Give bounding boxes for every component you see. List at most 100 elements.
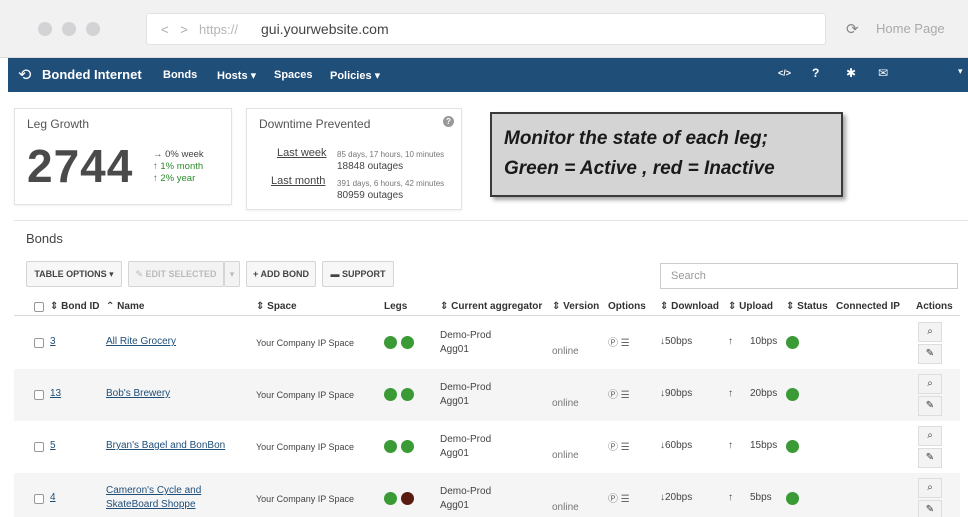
chevron-down-icon[interactable]: ▾ bbox=[958, 66, 963, 77]
leg-status-dot bbox=[401, 388, 414, 401]
edit-pencil-icon[interactable]: ✎ bbox=[918, 500, 942, 517]
options-icons[interactable]: Ⓟ ☰ bbox=[608, 386, 630, 401]
col-connected-ip: Connected IP bbox=[836, 301, 900, 312]
bond-id-link[interactable]: 13 bbox=[50, 388, 61, 399]
zoom-icon[interactable]: ⌕ bbox=[918, 322, 942, 342]
col-bond-id[interactable]: ⇕ Bond ID bbox=[50, 301, 99, 312]
edit-selected-button[interactable]: ✎ EDIT SELECTED bbox=[128, 261, 224, 287]
col-download[interactable]: ⇕ Download bbox=[660, 301, 719, 312]
search-input[interactable] bbox=[661, 264, 957, 288]
support-button[interactable]: ▬ SUPPORT bbox=[322, 261, 394, 287]
address-bar[interactable]: < > https:// gui.yourwebsite.com bbox=[146, 13, 826, 45]
space-name: Your Company IP Space bbox=[256, 390, 355, 400]
year-trend: ↑ 2% year bbox=[153, 173, 196, 184]
back-forward-icon[interactable]: < > bbox=[161, 22, 192, 37]
zoom-icon[interactable]: ⌕ bbox=[918, 374, 942, 394]
bonds-panel: Bonds TABLE OPTIONS ▾ ✎ EDIT SELECTED ▾ … bbox=[14, 220, 968, 517]
space-name: Your Company IP Space bbox=[256, 494, 355, 504]
bonds-title: Bonds bbox=[26, 231, 63, 246]
month-trend: ↑ 1% month bbox=[153, 161, 204, 172]
options-icons[interactable]: Ⓟ ☰ bbox=[608, 490, 630, 505]
version-status: online bbox=[552, 502, 579, 513]
options-icons[interactable]: Ⓟ ☰ bbox=[608, 438, 630, 453]
last-week-outages: 18848 outages bbox=[337, 161, 404, 172]
space-name: Your Company IP Space bbox=[256, 338, 355, 348]
callout-line-1: Monitor the state of each leg; bbox=[504, 128, 768, 149]
options-icons[interactable]: Ⓟ ☰ bbox=[608, 334, 630, 349]
row-checkbox[interactable] bbox=[34, 338, 44, 348]
downtime-title: Downtime Prevented bbox=[259, 117, 371, 131]
col-status[interactable]: ⇕ Status bbox=[786, 301, 828, 312]
leg-status-dot bbox=[401, 336, 414, 349]
bond-name-link[interactable]: Bryan's Bagel and BonBon bbox=[106, 440, 225, 451]
leg-status-dot bbox=[384, 440, 397, 453]
leg-status-dot bbox=[384, 336, 397, 349]
bond-name-link-line2[interactable]: SkateBoard Shoppe bbox=[106, 499, 196, 510]
download-rate: ↓50bps bbox=[660, 336, 693, 347]
url-protocol: https:// bbox=[199, 22, 239, 37]
bond-id-link[interactable]: 4 bbox=[50, 492, 56, 503]
callout-line-2: Green = Active , red = Inactive bbox=[504, 158, 775, 179]
col-current-aggregator[interactable]: ⇕ Current aggregator bbox=[440, 301, 542, 312]
bond-id-link[interactable]: 5 bbox=[50, 440, 56, 451]
zoom-icon[interactable]: ⌕ bbox=[918, 478, 942, 498]
url-host: gui.yourwebsite.com bbox=[261, 21, 389, 37]
row-checkbox[interactable] bbox=[34, 494, 44, 504]
bond-name-link[interactable]: All Rite Grocery bbox=[106, 336, 176, 347]
gear-icon[interactable]: ✱ bbox=[846, 66, 856, 80]
table-options-button[interactable]: TABLE OPTIONS ▾ bbox=[26, 261, 122, 287]
edit-pencil-icon[interactable]: ✎ bbox=[918, 448, 942, 468]
edit-selected-dropdown[interactable]: ▾ bbox=[224, 261, 240, 287]
nav-policies[interactable]: Policies ▾ bbox=[330, 69, 380, 82]
window-maximize-dot[interactable] bbox=[86, 22, 100, 36]
aggregator-node: Agg01 bbox=[440, 344, 469, 355]
mail-icon[interactable]: ✉ bbox=[878, 66, 888, 80]
nav-spaces[interactable]: Spaces bbox=[274, 69, 313, 81]
zoom-icon[interactable]: ⌕ bbox=[918, 426, 942, 446]
version-status: online bbox=[552, 450, 579, 461]
row-checkbox[interactable] bbox=[34, 442, 44, 452]
edit-pencil-icon[interactable]: ✎ bbox=[918, 344, 942, 364]
upload-arrow-icon: ↑ bbox=[728, 492, 733, 503]
last-month-label: Last month bbox=[271, 175, 326, 187]
aggregator-name: Demo-Prod bbox=[440, 382, 492, 393]
browser-toolbar: < > https:// gui.yourwebsite.com ⟳ Home … bbox=[0, 0, 968, 58]
bond-status-dot bbox=[786, 492, 799, 505]
last-month-duration: 391 days, 6 hours, 42 minutes bbox=[337, 179, 445, 188]
window-close-dot[interactable] bbox=[38, 22, 52, 36]
leg-status-dot bbox=[384, 492, 397, 505]
nav-hosts[interactable]: Hosts ▾ bbox=[217, 69, 256, 82]
search-box[interactable] bbox=[660, 263, 958, 289]
reload-icon[interactable]: ⟳ bbox=[846, 20, 859, 38]
col-upload[interactable]: ⇕ Upload bbox=[728, 301, 773, 312]
aggregator-name: Demo-Prod bbox=[440, 486, 492, 497]
bond-name-link[interactable]: Bob's Brewery bbox=[106, 388, 170, 399]
add-bond-button[interactable]: + ADD BOND bbox=[246, 261, 316, 287]
col-name[interactable]: ⌃ Name bbox=[106, 301, 144, 312]
bond-name-link[interactable]: Cameron's Cycle and bbox=[106, 485, 201, 496]
col-space[interactable]: ⇕ Space bbox=[256, 301, 297, 312]
app-navbar: ⟲ Bonded Internet Bonds Hosts ▾ Spaces P… bbox=[8, 58, 968, 92]
brand-name[interactable]: Bonded Internet bbox=[42, 67, 142, 82]
leg-growth-title: Leg Growth bbox=[27, 117, 90, 131]
home-page-link[interactable]: Home Page bbox=[876, 21, 945, 36]
code-icon[interactable]: </> bbox=[778, 68, 791, 78]
annotation-callout: Monitor the state of each leg; Green = A… bbox=[490, 112, 843, 197]
window-minimize-dot[interactable] bbox=[62, 22, 76, 36]
edit-pencil-icon[interactable]: ✎ bbox=[918, 396, 942, 416]
bond-status-dot bbox=[786, 336, 799, 349]
upload-rate: 20bps bbox=[750, 388, 778, 399]
help-icon[interactable]: ? bbox=[812, 66, 819, 80]
last-week-duration: 85 days, 17 hours, 10 minutes bbox=[337, 150, 445, 159]
select-all-checkbox[interactable] bbox=[34, 302, 44, 312]
col-actions: Actions bbox=[916, 301, 953, 312]
downtime-card: Downtime Prevented ? Last week 85 days, … bbox=[246, 108, 462, 210]
row-checkbox[interactable] bbox=[34, 390, 44, 400]
week-trend: → 0% week bbox=[153, 149, 204, 160]
bond-id-link[interactable]: 3 bbox=[50, 336, 56, 347]
col-version[interactable]: ⇕ Version bbox=[552, 301, 599, 312]
help-icon[interactable]: ? bbox=[443, 116, 454, 127]
table-row: 13 Bob's Brewery Your Company IP Space D… bbox=[14, 369, 960, 421]
nav-bonds[interactable]: Bonds bbox=[163, 69, 197, 81]
aggregator-node: Agg01 bbox=[440, 396, 469, 407]
